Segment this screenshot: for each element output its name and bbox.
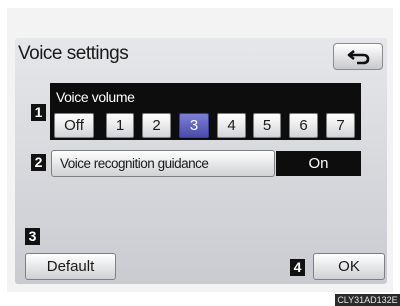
back-button[interactable] xyxy=(333,43,383,70)
default-button[interactable]: Default xyxy=(25,253,116,280)
page-title: Voice settings xyxy=(18,43,129,64)
back-arrow-icon xyxy=(347,49,370,65)
voice-recognition-guidance-button[interactable]: Voice recognition guidance xyxy=(51,150,275,177)
image-code: CLY31AD132E xyxy=(335,294,400,306)
volume-5-button[interactable]: 5 xyxy=(253,113,281,138)
volume-6-button[interactable]: 6 xyxy=(289,113,318,138)
volume-off-button[interactable]: Off xyxy=(54,113,94,138)
volume-7-button[interactable]: 7 xyxy=(326,113,355,138)
marker-4: 4 xyxy=(290,259,305,276)
voice-volume-label: Voice volume xyxy=(56,89,135,105)
volume-3-button[interactable]: 3 xyxy=(179,113,209,138)
volume-4-button[interactable]: 4 xyxy=(217,113,246,138)
marker-1: 1 xyxy=(31,104,46,121)
volume-2-button[interactable]: 2 xyxy=(142,113,171,138)
marker-3: 3 xyxy=(25,228,40,245)
guidance-status: On xyxy=(276,151,361,176)
volume-1-button[interactable]: 1 xyxy=(106,113,134,138)
marker-2: 2 xyxy=(31,154,46,171)
ok-button[interactable]: OK xyxy=(313,253,385,280)
